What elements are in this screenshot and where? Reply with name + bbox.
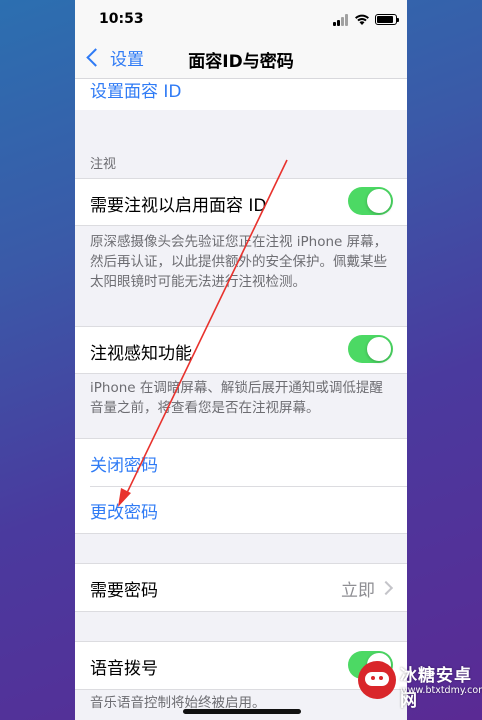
- battery-icon: [375, 14, 399, 25]
- attention-aware-label: 注视感知功能: [90, 344, 192, 364]
- require-attention-footer: 原深感摄像头会先验证您正在注视 iPhone 屏幕，然后再认证，以此提供额外的安…: [90, 234, 388, 290]
- require-passcode-row[interactable]: 需要密码 立即: [75, 563, 407, 612]
- wifi-icon: [355, 14, 369, 25]
- setup-face-id-row[interactable]: 设置面容 ID: [75, 79, 407, 110]
- require-attention-row: 需要注视以启用面容 ID: [75, 178, 407, 226]
- watermark-url: www.btxtdmy.com: [400, 685, 482, 696]
- page-title: 面容ID与密码: [188, 52, 294, 72]
- passcode-group: 关闭密码 更改密码: [75, 438, 407, 534]
- attention-aware-toggle[interactable]: [348, 335, 393, 363]
- require-attention-toggle[interactable]: [348, 187, 393, 215]
- require-passcode-label: 需要密码: [90, 581, 158, 601]
- status-bar: 10:53: [75, 0, 407, 38]
- turn-off-passcode-label: 关闭密码: [90, 456, 158, 476]
- attention-aware-footer: iPhone 在调暗屏幕、解锁后展开通知或调低提醒音量之前，将查看您是否在注视屏…: [90, 380, 383, 416]
- watermark-logo-icon: [358, 661, 396, 699]
- settings-screen: 10:53 设置 面容ID与密码 设置面容 ID 注视 需要注视以启用面容 ID…: [75, 0, 407, 720]
- setup-face-id-label: 设置面容 ID: [90, 82, 182, 102]
- home-indicator: [183, 709, 301, 714]
- cellular-signal-icon: [333, 14, 349, 26]
- navigation-bar: 设置 面容ID与密码: [75, 38, 407, 79]
- change-passcode-row[interactable]: 更改密码: [75, 487, 407, 533]
- attention-section-header: 注视: [90, 157, 117, 172]
- attention-aware-row: 注视感知功能: [75, 326, 407, 374]
- change-passcode-label: 更改密码: [90, 503, 158, 523]
- turn-off-passcode-row[interactable]: 关闭密码: [75, 439, 407, 486]
- watermark: 冰糖安卓网 www.btxtdmy.com: [356, 651, 482, 720]
- require-passcode-value: 立即: [341, 581, 375, 601]
- require-attention-label: 需要注视以启用面容 ID: [90, 196, 267, 216]
- voice-dial-label: 语音拨号: [90, 659, 158, 679]
- status-time: 10:53: [99, 11, 144, 27]
- chevron-right-icon: [378, 580, 394, 596]
